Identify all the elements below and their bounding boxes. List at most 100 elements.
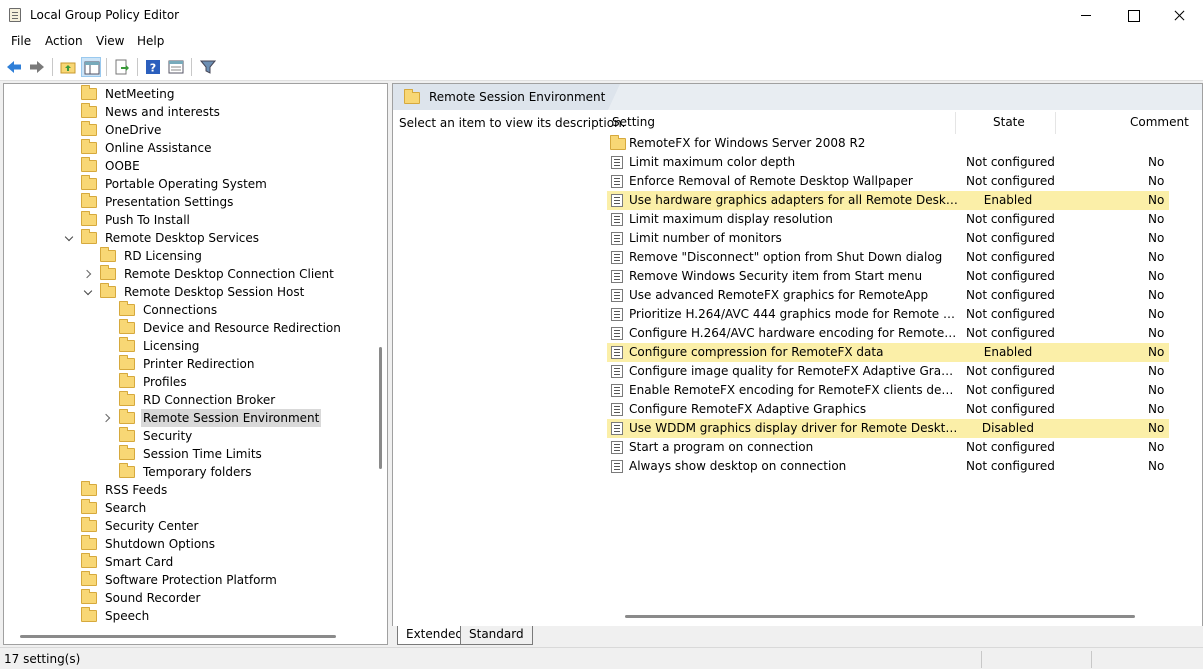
tree-item[interactable]: Smart Card [4,553,372,571]
policy-setting-icon [611,441,623,454]
policy-setting-row[interactable]: Use WDDM graphics display driver for Rem… [607,419,1169,438]
tree-item[interactable]: Licensing [4,337,372,355]
tree-item[interactable]: Remote Desktop Services [4,229,372,247]
tree-item-label: OneDrive [105,123,162,137]
show-hide-console-tree-button[interactable] [81,57,101,77]
policy-setting-row[interactable]: Enforce Removal of Remote Desktop Wallpa… [607,172,1169,191]
tree-item[interactable]: Profiles [4,373,372,391]
expand-chevron-icon[interactable] [104,414,112,422]
properties-icon [168,60,184,74]
folder-icon [81,553,97,568]
tree-item[interactable]: Search [4,499,372,517]
policy-setting-row[interactable]: Limit maximum color depth Not configured N… [607,153,1169,172]
tree-item[interactable]: Speech [4,607,372,625]
collapse-chevron-icon[interactable] [66,234,74,242]
tree-item[interactable]: Security [4,427,372,445]
tree-item[interactable]: Remote Session Environment [4,409,372,427]
menu-action[interactable]: Action [45,34,83,48]
setting-state: Not configured [966,155,1055,169]
collapse-chevron-icon[interactable] [85,288,93,296]
policy-setting-row[interactable]: Configure H.264/AVC hardware encoding fo… [607,324,1169,343]
up-one-level-button[interactable] [58,57,78,77]
tree-item[interactable]: OneDrive [4,121,372,139]
policy-folder-row[interactable]: RemoteFX for Windows Server 2008 R2 [607,134,1169,153]
policy-setting-row[interactable]: Configure image quality for RemoteFX Ada… [607,362,1169,381]
policy-setting-row[interactable]: Use advanced RemoteFX graphics for Remot… [607,286,1169,305]
tree-item[interactable]: Presentation Settings [4,193,372,211]
tab-standard[interactable]: Standard [460,626,533,645]
tree-item[interactable]: RD Licensing [4,247,372,265]
tree-item[interactable]: Shutdown Options [4,535,372,553]
policy-setting-row[interactable]: Start a program on connection Not configu… [607,438,1169,457]
tree-item[interactable]: Push To Install [4,211,372,229]
help-button[interactable]: ? [143,57,163,77]
column-header-comment[interactable]: Comment [1130,115,1189,129]
setting-name: Use WDDM graphics display driver for Rem… [629,421,959,435]
tree-item[interactable]: Security Center [4,517,372,535]
setting-name: Configure H.264/AVC hardware encoding fo… [629,326,959,340]
tree-item[interactable]: Printer Redirection [4,355,372,373]
setting-name: Start a program on connection [629,440,814,454]
tree-item[interactable]: Temporary folders [4,463,372,481]
folder-icon [81,607,97,622]
tree-item[interactable]: Session Time Limits [4,445,372,463]
tree-item[interactable]: RD Connection Broker [4,391,372,409]
policy-setting-row[interactable]: Configure compression for RemoteFX data E… [607,343,1169,362]
tree-item[interactable]: OOBE [4,157,372,175]
folder-icon [100,247,116,262]
tree-item[interactable]: News and interests [4,103,372,121]
tree-item[interactable]: NetMeeting [4,85,372,103]
tree-item[interactable]: Sound Recorder [4,589,372,607]
tree-item-label: Remote Session Environment [141,409,322,427]
setting-state: Not configured [966,440,1055,454]
setting-name: Remove "Disconnect" option from Shut Dow… [629,250,943,264]
menu-help[interactable]: Help [137,34,164,48]
tree-item[interactable]: RSS Feeds [4,481,372,499]
details-horizontal-scroll-thumb[interactable] [625,615,1135,618]
policy-setting-row[interactable]: Always show desktop on connection Not con… [607,457,1169,476]
policy-setting-row[interactable]: Enable RemoteFX encoding for RemoteFX cl… [607,381,1169,400]
export-list-button[interactable] [112,57,132,77]
policy-setting-row[interactable]: Configure RemoteFX Adaptive Graphics Not … [607,400,1169,419]
console-tree[interactable]: NetMeeting News and interests OneDrive Onli… [3,83,388,645]
folder-icon [81,139,97,154]
policy-setting-row[interactable]: Remove "Disconnect" option from Shut Dow… [607,248,1169,267]
tree-item[interactable]: Remote Desktop Session Host [4,283,372,301]
menu-file[interactable]: File [11,34,31,48]
setting-name: Limit maximum color depth [629,155,796,169]
maximize-button[interactable] [1110,0,1156,31]
column-header-setting[interactable]: Setting [612,115,655,129]
column-header-state[interactable]: State [993,115,1025,129]
toolbar-separator [137,58,138,76]
status-text: 17 setting(s) [4,652,81,666]
policy-setting-row[interactable]: Limit maximum display resolution Not conf… [607,210,1169,229]
menu-view[interactable]: View [96,34,124,48]
close-button[interactable] [1156,0,1202,31]
expand-chevron-icon[interactable] [85,270,93,278]
filter-button[interactable] [198,57,218,77]
folder-icon [119,355,135,370]
tree-item[interactable]: Portable Operating System [4,175,372,193]
tree-item[interactable]: Connections [4,301,372,319]
filter-icon [200,60,216,74]
policy-setting-row[interactable]: Prioritize H.264/AVC 444 graphics mode f… [607,305,1169,324]
tree-item[interactable]: Software Protection Platform [4,571,372,589]
tree-item[interactable]: Remote Desktop Connection Client [4,265,372,283]
policy-setting-row[interactable]: Limit number of monitors Not configured No [607,229,1169,248]
minimize-button[interactable] [1063,0,1109,31]
tree-vertical-scroll-thumb[interactable] [379,347,382,469]
properties-button[interactable] [166,57,186,77]
folder-icon [119,373,135,388]
setting-state: Not configured [966,364,1055,378]
forward-button[interactable] [27,57,47,77]
setting-name: Enforce Removal of Remote Desktop Wallpa… [629,174,913,188]
tree-item-label: Speech [105,609,150,623]
policy-setting-row[interactable]: Remove Windows Security item from Start … [607,267,1169,286]
export-list-icon [115,59,129,75]
tree-item[interactable]: Online Assistance [4,139,372,157]
tree-item[interactable]: Device and Resource Redirection [4,319,372,337]
tree-horizontal-scroll-thumb[interactable] [20,635,336,638]
back-button[interactable] [4,57,24,77]
setting-comment: No [1148,345,1165,359]
policy-setting-row[interactable]: Use hardware graphics adapters for all R… [607,191,1169,210]
